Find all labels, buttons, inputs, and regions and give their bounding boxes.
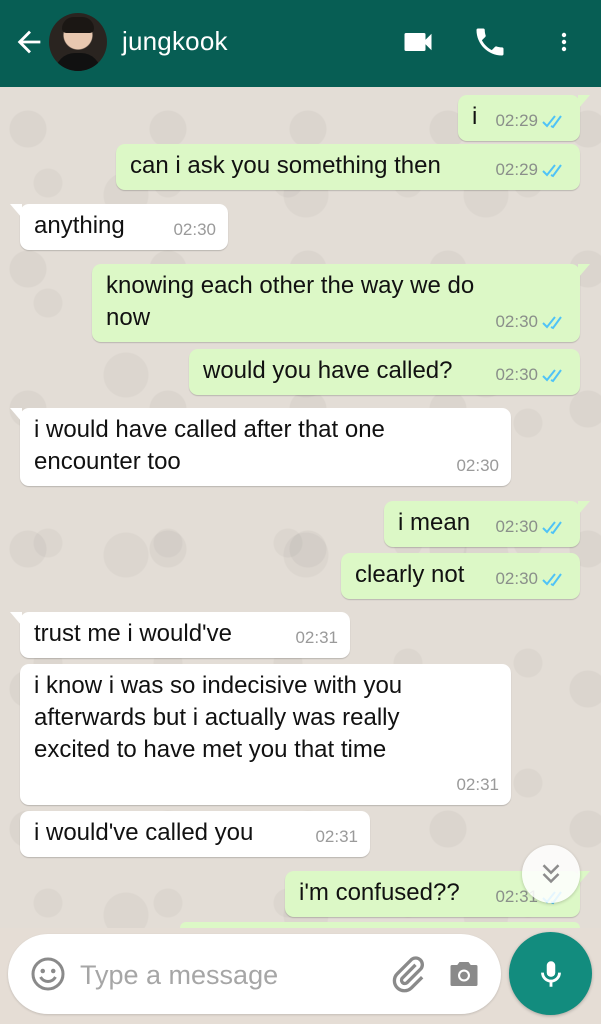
message-time: 02:31 xyxy=(456,775,499,794)
message-meta: 02:30 xyxy=(495,306,568,338)
read-ticks-icon xyxy=(542,164,562,178)
message-meta: 02:30 xyxy=(173,214,216,246)
avatar[interactable] xyxy=(49,13,107,71)
message-bubble-outgoing[interactable]: can i ask you something then 02:29 xyxy=(116,144,580,190)
message-time: 02:30 xyxy=(495,517,538,536)
read-ticks-icon xyxy=(542,369,562,383)
message-text: knowing each other the way we do now xyxy=(106,272,475,331)
message-bubble-incoming[interactable]: i know i was so indecisive with you afte… xyxy=(20,664,511,805)
read-ticks-icon xyxy=(542,316,562,330)
message-meta: 02:31 xyxy=(295,622,338,654)
read-ticks-icon xyxy=(542,521,562,535)
message-bubble-outgoing[interactable]: i 02:29 xyxy=(458,95,590,141)
message-time: 02:30 xyxy=(495,312,538,331)
message-text: i would've called you xyxy=(34,819,254,846)
message-text: anything xyxy=(34,212,125,239)
read-ticks-icon xyxy=(542,115,562,129)
message-time: 02:30 xyxy=(495,569,538,588)
message-bubble-incoming[interactable]: anything 02:30 xyxy=(10,204,228,250)
double-chevron-down-icon xyxy=(542,864,560,884)
phone-icon[interactable] xyxy=(472,24,508,60)
message-input[interactable] xyxy=(78,954,382,996)
contact-name[interactable]: jungkook xyxy=(122,26,228,57)
message-bubble-outgoing[interactable]: knowing each other the way we do now 02:… xyxy=(92,264,590,342)
message-bubble-incoming[interactable]: i would've called you 02:31 xyxy=(20,811,370,857)
message-text: i would have called after that one encou… xyxy=(34,416,385,475)
message-meta: 02:31 xyxy=(315,821,358,853)
arrow-left-icon[interactable] xyxy=(12,24,46,60)
message-text: would you have called? xyxy=(203,357,453,384)
message-bubble-incoming[interactable]: trust me i would've 02:31 xyxy=(10,612,350,658)
message-text: i'm confused?? xyxy=(299,879,460,906)
message-time: 02:29 xyxy=(495,111,538,130)
message-text: trust me i would've xyxy=(34,620,232,647)
message-meta: 02:30 xyxy=(495,359,568,391)
more-vertical-icon[interactable] xyxy=(552,24,576,60)
message-time: 02:31 xyxy=(315,827,358,846)
scroll-to-bottom-button[interactable] xyxy=(522,845,580,903)
message-composer xyxy=(8,934,501,1014)
record-voice-button[interactable] xyxy=(509,932,592,1015)
message-text: clearly not xyxy=(355,561,465,588)
message-bubble-outgoing[interactable]: would you have called? 02:30 xyxy=(189,349,580,395)
message-text: i xyxy=(472,103,478,130)
message-text: can i ask you something then xyxy=(130,152,441,179)
message-time: 02:30 xyxy=(173,220,216,239)
message-time: 02:31 xyxy=(295,628,338,647)
read-ticks-icon xyxy=(542,573,562,587)
microphone-icon xyxy=(540,960,561,987)
message-time: 02:29 xyxy=(495,160,538,179)
message-time: 02:30 xyxy=(495,365,538,384)
camera-icon[interactable] xyxy=(446,956,482,992)
message-bubble-outgoing[interactable]: clearly not 02:30 xyxy=(341,553,580,599)
message-text: i mean xyxy=(398,509,471,536)
message-list[interactable]: i 02:29 can i ask you something then 02:… xyxy=(0,87,601,928)
message-meta: 02:31 xyxy=(456,769,499,801)
message-meta: 02:30 xyxy=(456,450,499,482)
emoji-icon[interactable] xyxy=(30,956,66,992)
message-text: i know i was so indecisive with you afte… xyxy=(34,672,403,763)
message-meta: 02:30 xyxy=(495,511,568,543)
message-meta: 02:29 xyxy=(495,154,568,186)
chat-header: jungkook xyxy=(0,0,601,87)
message-meta: 02:30 xyxy=(495,563,568,595)
message-bubble-incoming[interactable]: i would have called after that one encou… xyxy=(10,408,511,486)
partial-message-bubble xyxy=(180,922,580,928)
message-meta: 02:29 xyxy=(495,105,568,137)
paperclip-icon[interactable] xyxy=(388,954,428,994)
message-bubble-outgoing[interactable]: i mean 02:30 xyxy=(384,501,590,547)
message-time: 02:30 xyxy=(456,456,499,475)
video-camera-icon[interactable] xyxy=(400,24,436,60)
